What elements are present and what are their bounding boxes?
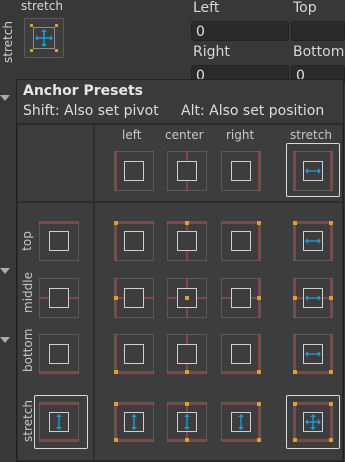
popup-title: Anchor Presets bbox=[23, 83, 143, 99]
shift-hint: Shift: Also set pivot bbox=[23, 103, 159, 119]
col-header-center: center bbox=[165, 128, 204, 142]
anchor-preset-bottom-left-icon[interactable] bbox=[114, 334, 154, 374]
anchor-preset-top-left-icon[interactable] bbox=[114, 221, 154, 261]
stretch-top-label: stretch bbox=[21, 0, 63, 13]
left-field[interactable]: 0 bbox=[191, 21, 289, 41]
anchor-preset-bottom-stretch-icon[interactable] bbox=[293, 334, 333, 374]
row-header-top: top bbox=[20, 231, 34, 251]
anchor-preset-bottom-center-icon[interactable] bbox=[167, 334, 207, 374]
anchor-preset-stretch-left-icon[interactable] bbox=[114, 402, 154, 442]
foldout-arrow-icon[interactable] bbox=[0, 337, 10, 343]
anchor-preset-top-stretch-icon[interactable] bbox=[293, 221, 333, 261]
anchor-preset-stretch-none-icon[interactable] bbox=[39, 402, 79, 442]
anchor-preset-bottom-right-icon[interactable] bbox=[221, 334, 261, 374]
alt-hint: Alt: Also set position bbox=[181, 103, 325, 119]
anchor-preset-button[interactable] bbox=[24, 18, 64, 58]
anchor-preset-none-center-icon[interactable] bbox=[167, 151, 207, 191]
row-header-stretch: stretch bbox=[21, 400, 35, 442]
anchor-preset-top-right-icon[interactable] bbox=[221, 221, 261, 261]
anchor-preset-stretch-center-icon[interactable] bbox=[167, 402, 207, 442]
anchor-preset-none-left-icon[interactable] bbox=[114, 151, 154, 191]
anchor-preset-middle-left-icon[interactable] bbox=[114, 278, 154, 318]
left-label: Left bbox=[193, 0, 220, 16]
row-header-middle: middle bbox=[21, 272, 35, 313]
top-field[interactable] bbox=[291, 21, 345, 41]
foldout-arrow-icon[interactable] bbox=[0, 95, 10, 101]
col-header-right: right bbox=[226, 128, 255, 142]
col-header-left: left bbox=[122, 128, 142, 142]
anchor-preset-icon bbox=[24, 18, 64, 58]
anchor-preset-middle-none-icon[interactable] bbox=[39, 278, 79, 318]
anchor-preset-top-none-icon[interactable] bbox=[39, 221, 79, 261]
foldout-arrow-icon[interactable] bbox=[0, 268, 10, 274]
top-label: Top bbox=[293, 0, 317, 16]
corner-panel bbox=[17, 124, 94, 202]
anchor-preset-middle-stretch-icon[interactable] bbox=[293, 278, 333, 318]
col-header-stretch: stretch bbox=[290, 128, 332, 142]
anchor-preset-none-stretch-icon[interactable] bbox=[293, 151, 333, 191]
stretch-side-label: stretch bbox=[0, 21, 15, 63]
bottom-label: Bottom bbox=[293, 44, 345, 60]
anchor-preset-middle-right-icon[interactable] bbox=[221, 278, 261, 318]
anchor-preset-stretch-stretch-icon[interactable] bbox=[293, 402, 333, 442]
anchor-preset-middle-center-icon[interactable] bbox=[167, 278, 207, 318]
anchor-preset-stretch-right-icon[interactable] bbox=[221, 402, 261, 442]
anchor-presets-popup: Anchor Presets Shift: Also set pivot Alt… bbox=[16, 79, 344, 462]
anchor-preset-top-center-icon[interactable] bbox=[167, 221, 207, 261]
right-label: Right bbox=[193, 44, 230, 60]
row-header-bottom: bottom bbox=[21, 328, 35, 372]
anchor-preset-none-right-icon[interactable] bbox=[221, 151, 261, 191]
anchor-preset-bottom-none-icon[interactable] bbox=[39, 334, 79, 374]
